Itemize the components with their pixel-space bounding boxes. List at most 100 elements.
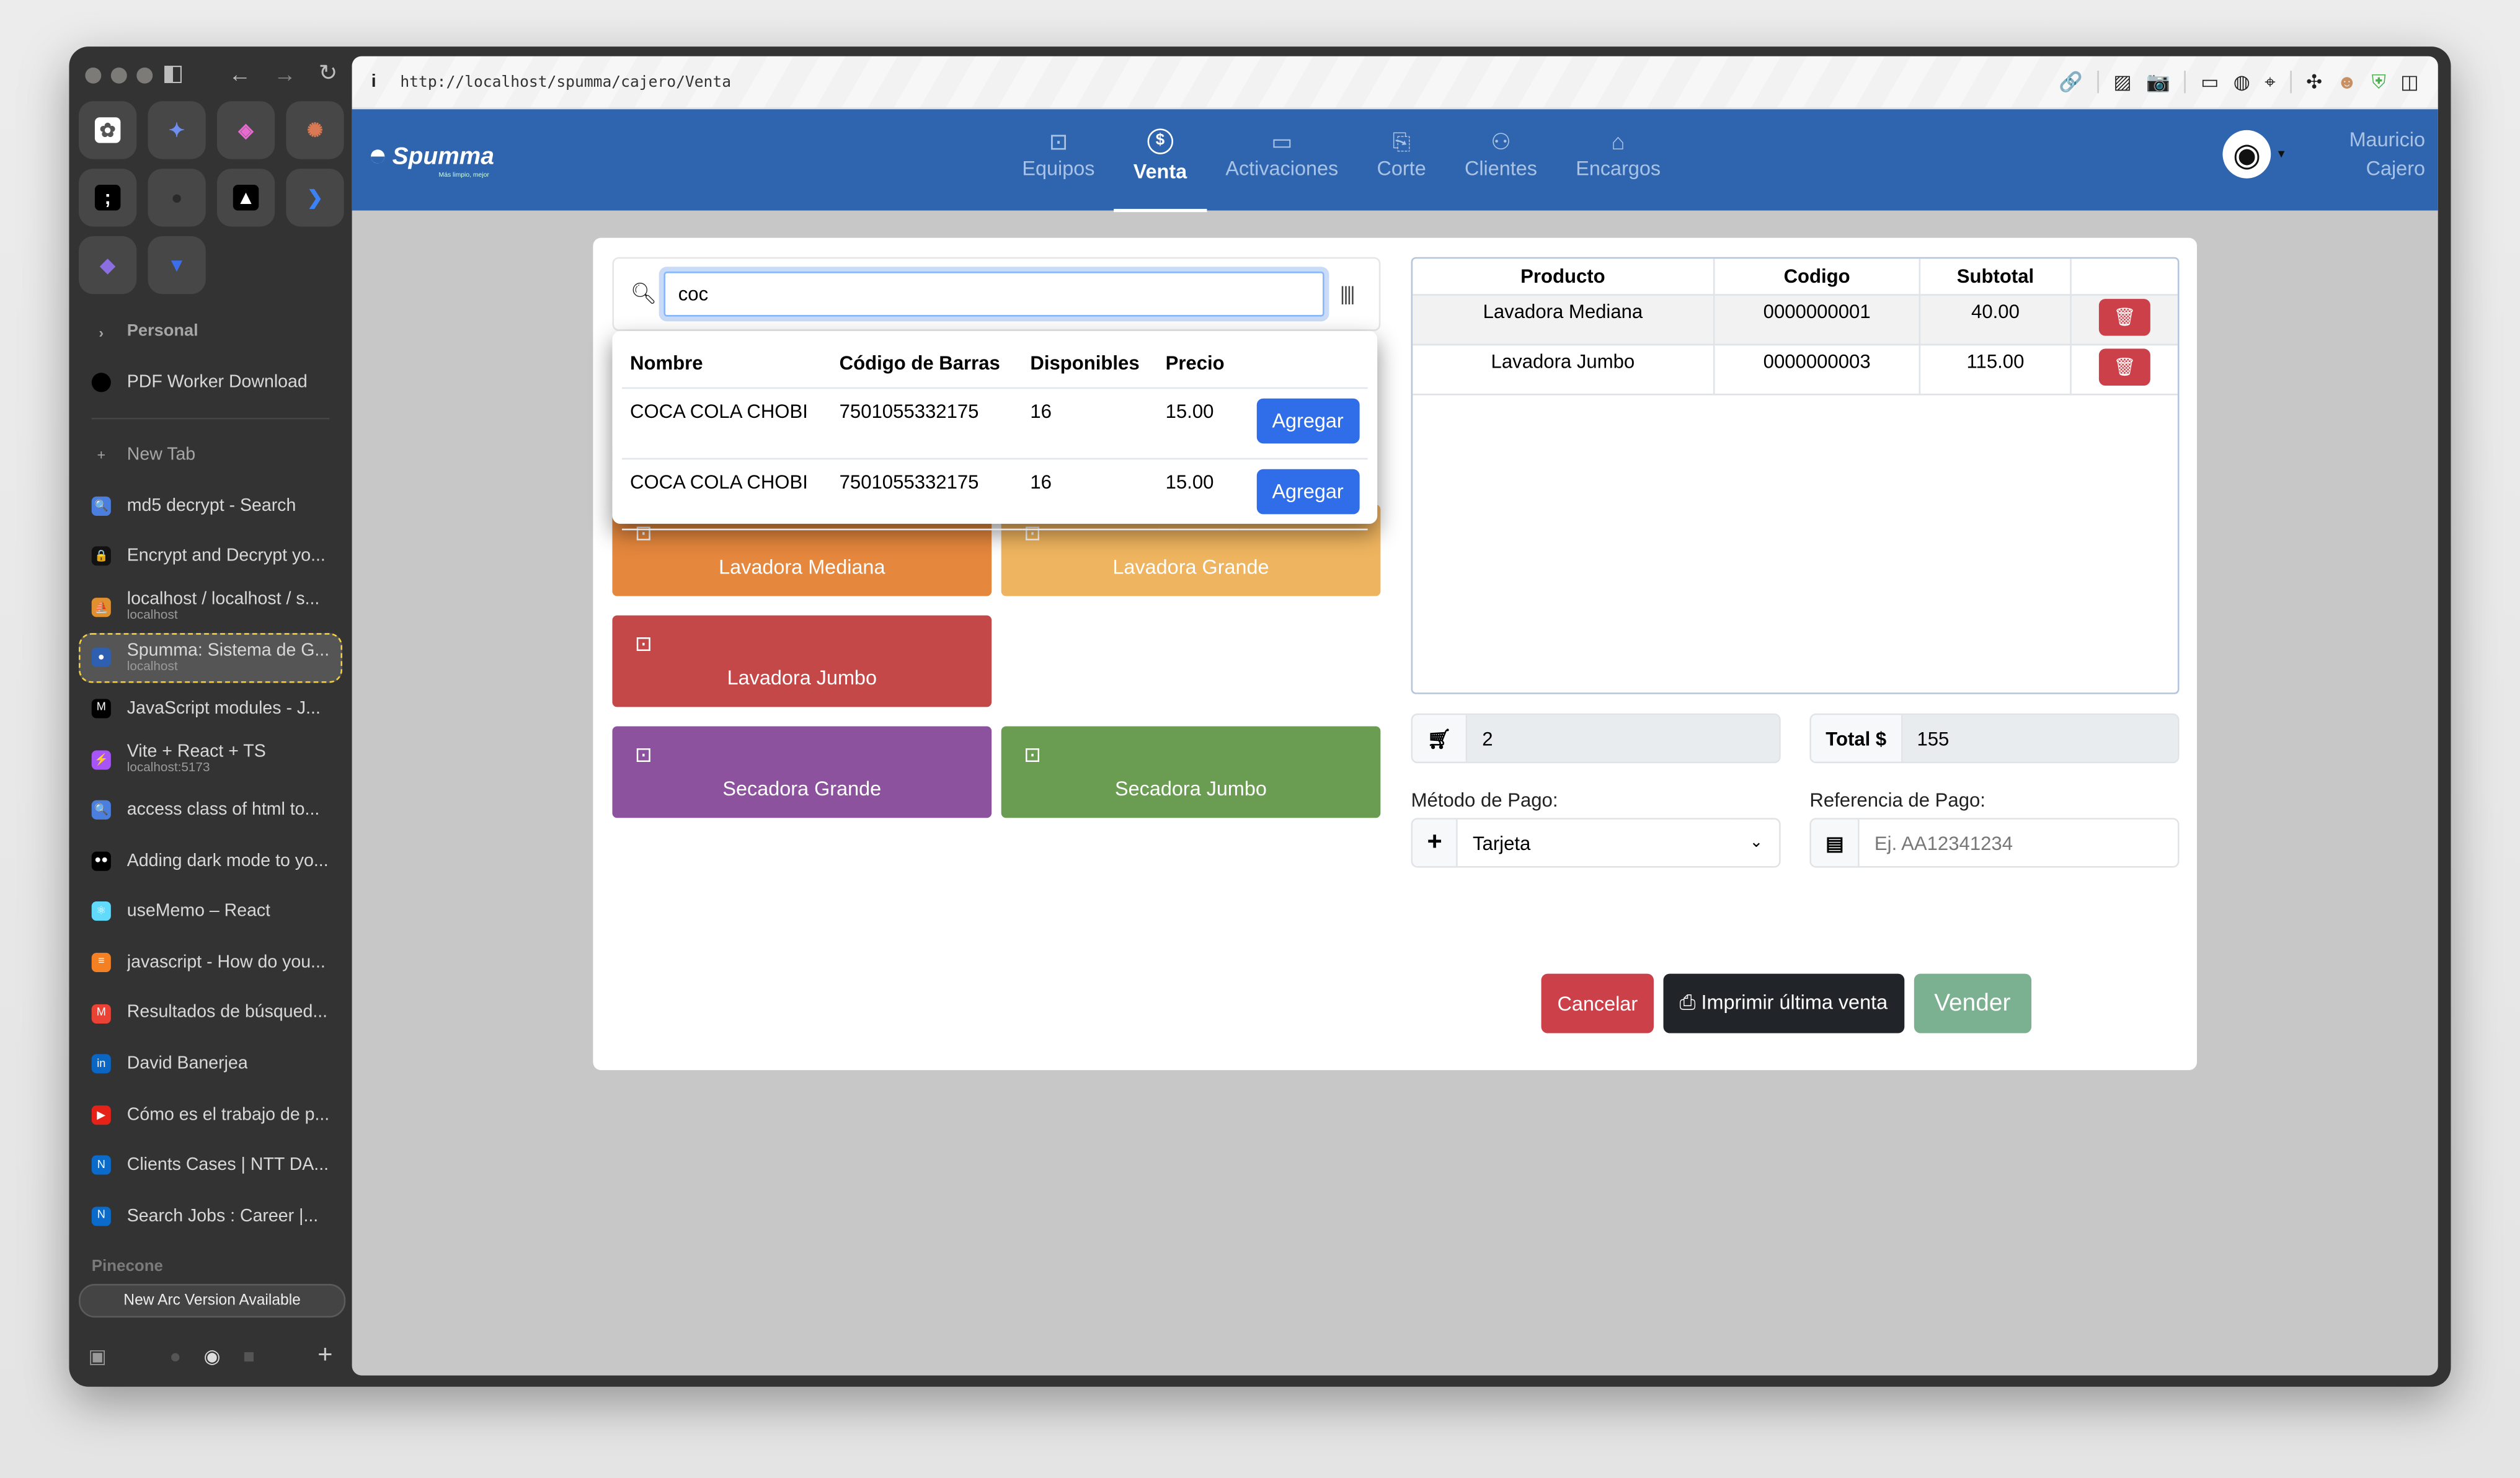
delete-item-button[interactable]: 🗑︎ bbox=[2098, 299, 2150, 336]
nav-clientes[interactable]: ⚇ Clientes bbox=[1445, 125, 1556, 206]
url-text[interactable]: http://localhost/spumma/cajero/Venta bbox=[400, 73, 2059, 91]
cancel-button[interactable]: Cancelar bbox=[1541, 973, 1654, 1033]
crosshair-icon[interactable]: ⌖ bbox=[2265, 70, 2276, 94]
equipment-tile[interactable]: ⊡ Secadora Jumbo bbox=[1001, 726, 1381, 818]
spumma-logo[interactable]: ◓ Spumma Más limpio, mejor bbox=[368, 138, 494, 179]
mdn-icon: M bbox=[91, 699, 111, 719]
search-results-table: Nombre Código de Barras Disponibles Precio … bbox=[622, 330, 1368, 531]
extensions-icon[interactable]: ✣ bbox=[2306, 71, 2322, 93]
sidebar-tab[interactable]: ● Spumma: Sistema de G... localhost bbox=[78, 632, 343, 683]
nav-corte[interactable]: ⎘ Corte bbox=[1357, 125, 1445, 206]
pinned-app-chatgpt[interactable]: ✿ bbox=[78, 101, 137, 159]
pinned-app-jira[interactable]: ❯ bbox=[286, 169, 344, 227]
arc-update-button[interactable]: New Arc Version Available bbox=[78, 1283, 346, 1318]
sidebar-tab[interactable]: ≡ javascript - How do you... bbox=[79, 937, 342, 988]
minimize-window-button[interactable] bbox=[110, 67, 127, 84]
sidebar-top-controls: ◧ ← → ↻ bbox=[162, 60, 337, 87]
shield-check-icon[interactable]: ⛨ bbox=[2372, 70, 2386, 94]
equipment-tile[interactable]: ⊡ Lavadora Jumbo bbox=[612, 615, 992, 707]
copilot-icon: ◈ bbox=[238, 118, 254, 142]
pinned-app-semicolon[interactable]: ; bbox=[78, 169, 137, 227]
user-avatar-icon[interactable]: ◉ bbox=[2222, 130, 2271, 179]
picture-in-picture-icon[interactable]: ▨ bbox=[2113, 71, 2131, 93]
caret-down-icon[interactable]: ▼ bbox=[2276, 149, 2287, 160]
sidebar-tab[interactable]: 🔍 md5 decrypt - Search bbox=[79, 480, 342, 531]
sidebar-toggle-icon[interactable]: ◧ bbox=[162, 60, 184, 87]
nav-activaciones[interactable]: ▭ Activaciones bbox=[1206, 125, 1357, 206]
sidebar-tab[interactable]: ▶ Cómo es el trabajo de p... bbox=[79, 1089, 342, 1140]
user-menu[interactable]: ◉ ▼ Mauricio Cajero bbox=[2222, 125, 2438, 183]
pinned-app-gemini[interactable]: ✦ bbox=[148, 101, 206, 159]
cart-column-header: Subtotal bbox=[1920, 259, 2072, 296]
barcode-icon[interactable]: |||| bbox=[1324, 283, 1370, 305]
sidebar-tab[interactable]: 🔍 access class of html to... bbox=[79, 785, 342, 836]
sidebar-tab[interactable]: ●● Adding dark mode to yo... bbox=[79, 836, 342, 887]
forward-arrow-icon[interactable]: → bbox=[273, 60, 296, 86]
planet-icon[interactable]: ◉ bbox=[204, 1345, 221, 1367]
lock-icon: 🔒 bbox=[91, 546, 111, 566]
pinned-app-vercel[interactable]: ▲ bbox=[216, 169, 275, 227]
print-last-sale-button[interactable]: ⎙ Imprimir última venta bbox=[1663, 973, 1904, 1033]
archive-icon[interactable]: ▣ bbox=[89, 1345, 107, 1367]
cart-column-header: Producto bbox=[1413, 259, 1715, 296]
pinned-app-copilot[interactable]: ◈ bbox=[216, 101, 275, 159]
sidebar-tab[interactable]: N Search Jobs : Career |... bbox=[79, 1191, 342, 1242]
terminal-icon[interactable]: ▭ bbox=[2201, 71, 2219, 93]
payment-row: Método de Pago: + Tarjeta ⌄ Referencia d… bbox=[1411, 763, 2180, 868]
sidebar-tab[interactable]: M Resultados de búsqued... bbox=[79, 988, 342, 1038]
camera-icon[interactable]: 📷 bbox=[2146, 71, 2170, 93]
result-codigo: 7501055332175 bbox=[831, 387, 1023, 460]
pinned-app-office[interactable]: ◆ bbox=[78, 236, 137, 294]
cart-row: Lavadora Mediana 0000000001 40.00 🗑︎ bbox=[1413, 294, 2178, 346]
sidebar-tab[interactable]: ⚡ Vite + React + TS localhost:5173 bbox=[79, 734, 342, 785]
add-product-button[interactable]: Agregar bbox=[1256, 398, 1360, 444]
payment-reference-input[interactable]: Ej. AA12341234 bbox=[1860, 819, 2178, 866]
sidebar-tab[interactable]: ⚛ useMemo – React bbox=[79, 886, 342, 937]
nav-label: Equipos bbox=[1022, 157, 1095, 180]
reload-icon[interactable]: ↻ bbox=[319, 60, 337, 87]
sidebar-tab[interactable]: ⛵ localhost / localhost / s... localhost bbox=[79, 582, 342, 632]
tab-title: javascript - How do you... bbox=[126, 952, 326, 972]
equipment-tile[interactable]: ⊡ Secadora Grande bbox=[612, 726, 992, 818]
split-view-icon[interactable]: ◫ bbox=[2400, 71, 2418, 93]
back-arrow-icon[interactable]: ← bbox=[229, 60, 251, 86]
pinned-app-claude[interactable]: ✺ bbox=[286, 101, 344, 159]
new-tab-button[interactable]: + New Tab bbox=[79, 429, 342, 480]
dollar-icon: $ bbox=[1147, 128, 1173, 154]
pinned-app-github[interactable]: ● bbox=[148, 169, 206, 227]
receipt-icon: ▤ bbox=[1811, 819, 1860, 866]
link-icon[interactable]: 🔗 bbox=[2059, 71, 2083, 93]
globe-icon[interactable]: ◍ bbox=[2234, 71, 2250, 93]
close-window-button[interactable] bbox=[85, 67, 102, 84]
terminal-space-icon[interactable]: ■ bbox=[243, 1345, 255, 1367]
maximize-window-button[interactable] bbox=[136, 67, 153, 84]
sell-button[interactable]: Vender bbox=[1913, 973, 2032, 1033]
nav-encargos[interactable]: ⌂ Encargos bbox=[1556, 125, 1680, 206]
cart-subtotal: 40.00 bbox=[1920, 294, 2072, 346]
tile-label: Secadora Grande bbox=[722, 777, 882, 800]
skull-icon[interactable]: ● bbox=[169, 1345, 181, 1367]
nav-venta[interactable]: $ Venta bbox=[1114, 125, 1207, 213]
site-info-icon[interactable]: i bbox=[371, 73, 401, 92]
sidebar-tab[interactable]: in David Banerjea bbox=[79, 1038, 342, 1089]
payment-method-select[interactable]: + Tarjeta ⌄ bbox=[1411, 818, 1781, 868]
add-product-button[interactable]: Agregar bbox=[1256, 469, 1360, 515]
avatar-extension-icon[interactable]: ☻ bbox=[2336, 71, 2357, 93]
pinned-tab-pdf-worker[interactable]: PDF Worker Download bbox=[79, 358, 342, 409]
sidebar-tab[interactable]: 🔒 Encrypt and Decrypt yo... bbox=[79, 531, 342, 582]
sidebar-tab[interactable]: M JavaScript modules - J... bbox=[79, 683, 342, 734]
add-space-icon[interactable]: + bbox=[317, 1342, 332, 1371]
office-icon: ◆ bbox=[100, 254, 115, 277]
hanger-icon: ⌂ bbox=[1611, 128, 1625, 154]
product-search-input[interactable] bbox=[663, 272, 1324, 317]
url-bar[interactable]: i http://localhost/spumma/cajero/Venta 🔗… bbox=[352, 56, 2438, 110]
space-section-personal[interactable]: › Personal bbox=[79, 307, 342, 358]
delete-item-button[interactable]: 🗑︎ bbox=[2098, 348, 2150, 386]
tab-title: md5 decrypt - Search bbox=[126, 495, 296, 515]
payment-method-value[interactable]: Tarjeta bbox=[1458, 819, 1734, 866]
pinned-app-fox[interactable]: ▼ bbox=[148, 236, 206, 294]
tab-title: JavaScript modules - J... bbox=[126, 699, 321, 719]
payment-reference-field[interactable]: ▤ Ej. AA12341234 bbox=[1809, 818, 2180, 868]
sidebar-tab[interactable]: N Clients Cases | NTT DA... bbox=[79, 1140, 342, 1191]
nav-equipos[interactable]: ⊡ Equipos bbox=[1003, 125, 1114, 206]
